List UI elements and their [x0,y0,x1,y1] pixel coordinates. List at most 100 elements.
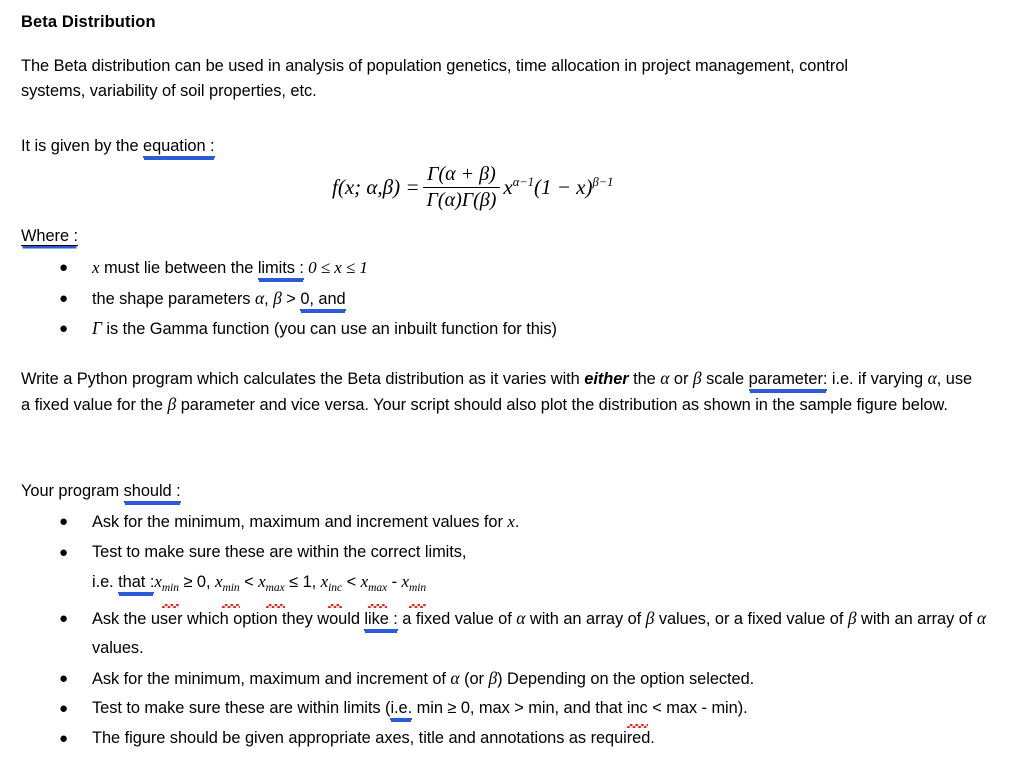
bullet-text-pre: Ask for the minimum, maximum and increme… [92,669,451,688]
bullet-marker: ● [59,669,69,687]
subscript-min-misspelled: min [161,574,180,608]
equation-left-side: f(x; α,β) = [332,175,420,199]
write-part-5: i.e. if varying [827,370,928,388]
spelling-marked-inc: inc [626,694,648,728]
bullet-marker: ● [59,700,69,718]
bullet-text-post: < max - min). [647,699,748,718]
bullet-text-pre: Ask for the minimum, maximum and increme… [92,513,508,531]
bullet-marker: ● [59,543,69,561]
bullet-text-post: . [514,513,520,531]
list-item: ● the shape parameters α, β > 0, and [0,284,557,315]
bullet-mid: (or [459,669,489,688]
where-label-text: Where : [21,227,79,246]
grammar-marked-equation: equation : [143,137,215,158]
x-inc: xinc [321,572,342,608]
bullet-text-post: values. [92,639,144,658]
equation-tail-mid: (1 − x) [533,175,593,199]
equation-tail: xα−1(1 − x)β−1 [503,175,613,200]
limits-op-5: - [387,573,402,591]
program-bullet-list: ● Ask for the minimum, maximum and increm… [0,507,1034,753]
grammar-marked-that: that : [118,573,154,594]
bullet-text-pre: the shape parameters [92,289,255,308]
grammar-marked-ie: i.e. [390,699,412,721]
beta-symbol: β [692,368,702,388]
alpha-symbol: α [927,368,937,388]
equation-fraction: Γ(α + β) Γ(α)Γ(β) [422,163,501,212]
bullet-marker: ● [59,513,69,530]
gamma-symbol: Γ [92,318,102,338]
beta-symbol: β [847,607,857,628]
list-item: ● Ask the user which option they would li… [0,604,1034,664]
limits-op-2: < [239,573,259,591]
beta-pdf-equation: f(x; α,β) = Γ(α + β) Γ(α)Γ(β) xα−1(1 − x… [332,163,613,212]
bullet-mid-4: with an array of [856,609,977,628]
bullet-text-post: ) Depending on the option selected. [497,669,755,688]
should-label: Your program should : [21,479,181,504]
list-item: ● The figure should be given appropriate … [0,724,1034,754]
write-part-2: the [628,370,661,388]
write-part-3: or [669,370,693,388]
equation-intro-prefix: It is given by the [21,137,144,155]
fraction-denominator: Γ(α)Γ(β) [422,187,501,212]
x-max-2: xmax [361,572,387,608]
bullet-mid-2: with an array of [525,609,646,628]
grammar-marked-like: like : [364,609,398,631]
limits-op-3: ≤ 1, [284,573,321,591]
grammar-marked-should: should : [123,482,181,503]
list-item: ● Ask for the minimum, maximum and increm… [0,507,1034,538]
list-item: ● Test to make sure these are within the … [0,538,1034,608]
x-min-3: xmin [402,572,427,608]
subscript-max-misspelled: max [368,574,387,608]
bullet-mid-3: values, or a fixed value of [654,609,848,628]
intro-paragraph: The Beta distribution can be used in ana… [21,57,848,100]
bullet-marker: ● [59,259,69,276]
should-prefix: Your program [21,482,124,500]
grammar-marked-parameter: parameter: [748,370,827,391]
emphasis-either: either [584,370,629,388]
list-item: ● Test to make sure these are within limi… [0,694,1034,728]
bullet-marker: ● [59,729,69,747]
equation-intro-line: It is given by the equation : [21,134,215,159]
list-item: ● Ask for the minimum, maximum and increm… [0,664,1034,695]
limits-prefix: i.e. [92,573,119,591]
beta-symbol: β [167,394,177,414]
document-page: Beta Distribution The Beta distribution … [0,0,1034,776]
write-part-7: parameter and vice versa. Your script sh… [176,396,948,414]
write-part-4: scale [701,370,749,388]
limits-op-1: ≥ 0, [178,573,215,591]
list-item: ● Γ is the Gamma function (you can use an… [0,314,557,345]
bullet-marker: ● [59,289,69,307]
grammar-marked-zero-and: 0, and [300,289,346,311]
alpha-symbol: α [450,667,460,688]
grammar-marked-limits: limits : [257,259,304,280]
limits-op-4: < [342,573,361,591]
x-min-2: xmin [215,572,240,608]
where-label: Where : [21,224,78,249]
bullet-text-mid: must lie between the [99,259,258,277]
bullet-x-var: x [92,258,100,277]
x-max-1: xmax [258,572,285,608]
write-program-paragraph: Write a Python program which calculates … [21,366,981,418]
alpha-symbol: α [254,287,265,308]
equation-exponent-beta: β−1 [592,175,614,189]
subscript-inc-misspelled: inc [328,574,342,608]
bullet-text-pre: Ask the user which option they would [92,609,365,628]
bullet-limits-range: 0 ≤ x ≤ 1 [303,258,368,277]
list-item: ● x must lie between the limits : 0 ≤ x ≤… [0,253,557,284]
write-part-1: Write a Python program which calculates … [21,370,585,388]
where-bullet-list: ● x must lie between the limits : 0 ≤ x ≤… [0,253,557,345]
subscript-min-misspelled: min [222,574,240,608]
page-title: Beta Distribution [21,13,156,31]
equation-exponent-alpha: α−1 [512,175,534,189]
bullet-mid-1: a fixed value of [397,609,517,628]
beta-symbol: β [273,287,282,308]
bullet-gt: > [281,289,301,308]
bullet-text-pre: Test to make sure these are within limit… [92,699,391,718]
bullet-mid: min ≥ 0, max > min, and that [412,699,627,718]
equation-tail-base: x [503,175,513,199]
bullet-text-pre: The figure should be given appropriate a… [92,728,655,747]
fraction-numerator: Γ(α + β) [427,163,496,185]
bullet-text-pre: Test to make sure these are within the c… [92,542,467,561]
x-variable: x [507,512,515,531]
beta-symbol: β [488,667,498,688]
